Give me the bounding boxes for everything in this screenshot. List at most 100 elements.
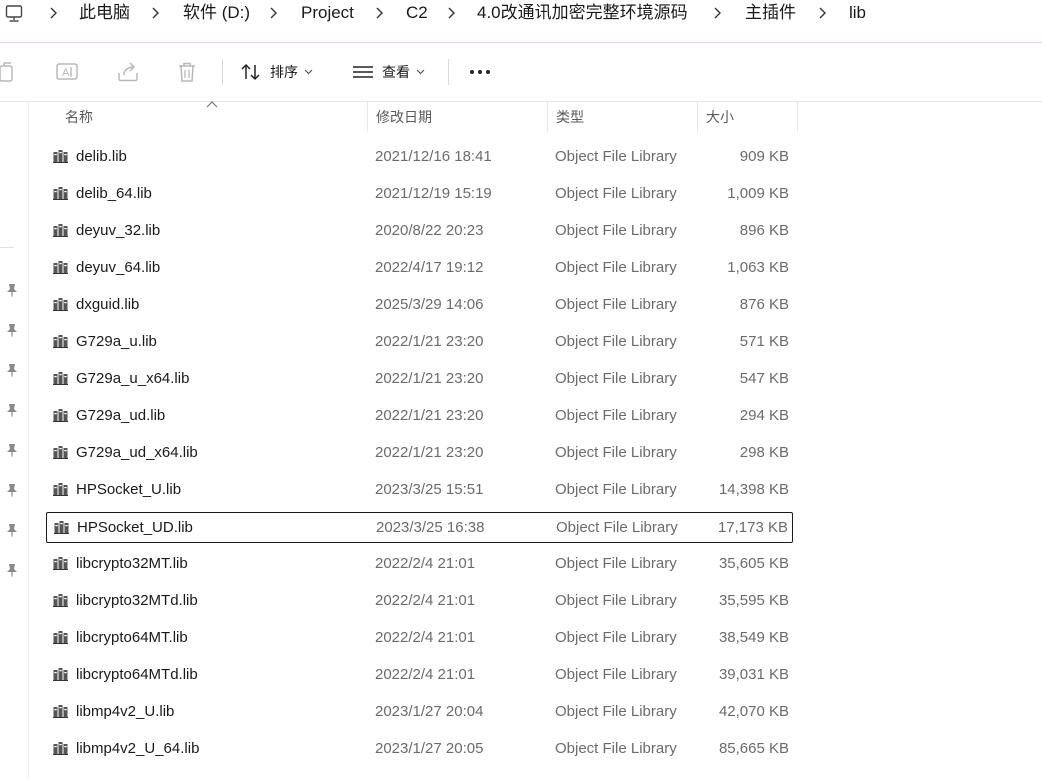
file-type: Object File Library — [555, 666, 677, 683]
file-type: Object File Library — [555, 296, 677, 313]
delete-icon[interactable] — [174, 59, 200, 85]
file-name: delib.lib — [76, 148, 127, 165]
file-type: Object File Library — [555, 444, 677, 461]
file-size: 1,009 KB — [727, 185, 789, 202]
breadcrumb-item-drive[interactable]: 软件 (D:) — [183, 2, 250, 24]
file-row[interactable]: dxguid.lib 2025/3/29 14:06 Object File L… — [46, 290, 793, 321]
more-icon[interactable] — [466, 59, 494, 85]
breadcrumb-item-source[interactable]: 4.0改通讯加密完整环境源码 — [477, 2, 688, 24]
pin-icon[interactable] — [5, 523, 19, 537]
file-size: 35,595 KB — [718, 592, 789, 609]
rename-icon[interactable]: A — [54, 59, 80, 85]
column-header-date[interactable]: 修改日期 — [368, 102, 548, 132]
column-header-size[interactable]: 大小 — [698, 102, 798, 132]
file-type: Object File Library — [555, 592, 677, 609]
breadcrumb-item-main-plugin[interactable]: 主插件 — [745, 2, 796, 24]
file-row[interactable]: G729a_ud.lib 2022/1/21 23:20 Object File… — [46, 401, 793, 432]
file-row[interactable]: G729a_ud_x64.lib 2022/1/21 23:20 Object … — [46, 438, 793, 469]
sort-icon — [241, 63, 260, 81]
file-type: Object File Library — [555, 185, 677, 202]
file-type: Object File Library — [555, 703, 677, 720]
pin-icon[interactable] — [5, 403, 19, 417]
file-row[interactable]: libcrypto32MT.lib 2022/2/4 21:01 Object … — [46, 549, 793, 580]
file-name: G729a_u_x64.lib — [76, 370, 190, 387]
file-name: dxguid.lib — [76, 296, 140, 313]
file-row[interactable]: delib.lib 2021/12/16 18:41 Object File L… — [46, 142, 793, 173]
breadcrumb-item-lib[interactable]: lib — [849, 2, 866, 24]
pin-icon[interactable] — [5, 443, 19, 457]
chevron-right-icon — [50, 7, 57, 19]
file-row[interactable]: libcrypto64MT.lib 2022/2/4 21:01 Object … — [46, 623, 793, 654]
pin-icon[interactable] — [5, 563, 19, 577]
file-row[interactable]: deyuv_32.lib 2020/8/22 20:23 Object File… — [46, 216, 793, 247]
file-explorer-window: 此电脑 软件 (D:) Project C2 4.0改通讯加密完整环境源码 主插… — [0, 0, 1042, 779]
file-row[interactable]: HPSocket_UD.lib 2023/3/25 16:38 Object F… — [46, 512, 793, 543]
library-file-icon — [53, 372, 68, 385]
file-modified-date: 2020/8/22 20:23 — [375, 222, 484, 239]
nav-divider — [0, 247, 14, 248]
file-size: 39,031 KB — [718, 666, 789, 683]
file-row[interactable]: delib_64.lib 2021/12/19 15:19 Object Fil… — [46, 179, 793, 210]
file-type: Object File Library — [555, 481, 677, 498]
file-modified-date: 2022/2/4 21:01 — [375, 666, 476, 683]
file-row[interactable]: libcrypto64MTd.lib 2022/2/4 21:01 Object… — [46, 660, 793, 691]
view-icon — [353, 66, 373, 78]
share-icon[interactable] — [115, 59, 141, 85]
library-file-icon — [53, 594, 68, 607]
file-row[interactable]: HPSocket_U.lib 2023/3/25 15:51 Object Fi… — [46, 475, 793, 506]
file-size: 1,063 KB — [727, 259, 789, 276]
file-row[interactable]: libmp4v2_U_64.lib 2023/1/27 20:05 Object… — [46, 734, 793, 765]
pin-icon[interactable] — [5, 483, 19, 497]
file-row[interactable]: deyuv_64.lib 2022/4/17 19:12 Object File… — [46, 253, 793, 284]
file-row[interactable]: G729a_u.lib 2022/1/21 23:20 Object File … — [46, 327, 793, 358]
library-file-icon — [53, 446, 68, 459]
column-header-type[interactable]: 类型 — [548, 102, 698, 132]
file-row[interactable]: libmp4v2_U.lib 2023/1/27 20:04 Object Fi… — [46, 697, 793, 728]
file-modified-date: 2022/1/21 23:20 — [375, 370, 484, 387]
file-size: 909 KB — [739, 148, 789, 165]
file-modified-date: 2021/12/19 15:19 — [375, 185, 492, 202]
file-name: libcrypto32MT.lib — [76, 555, 188, 572]
breadcrumb-item-this-pc[interactable]: 此电脑 — [79, 2, 130, 24]
file-row[interactable]: G729a_u_x64.lib 2022/1/21 23:20 Object F… — [46, 364, 793, 395]
file-modified-date: 2022/2/4 21:01 — [375, 592, 476, 609]
file-name: libcrypto64MT.lib — [76, 629, 188, 646]
file-modified-date: 2023/3/25 16:38 — [376, 519, 485, 536]
library-file-icon — [53, 335, 68, 348]
chevron-right-icon — [448, 7, 455, 19]
pin-icon[interactable] — [5, 283, 19, 297]
breadcrumb-item-c2[interactable]: C2 — [406, 2, 428, 24]
file-type: Object File Library — [555, 629, 677, 646]
toolbar-divider — [222, 59, 223, 85]
file-row[interactable]: libcrypto32MTd.lib 2022/2/4 21:01 Object… — [46, 586, 793, 617]
chevron-right-icon — [819, 7, 826, 19]
computer-icon[interactable] — [4, 4, 24, 24]
file-name: delib_64.lib — [76, 185, 152, 202]
chevron-right-icon — [714, 7, 721, 19]
view-button[interactable]: 查看 — [352, 57, 425, 87]
column-header-name[interactable]: 名称 — [57, 102, 368, 132]
library-file-icon — [53, 557, 68, 570]
pin-icon[interactable] — [5, 323, 19, 337]
pin-icon[interactable] — [5, 363, 19, 377]
sort-button[interactable]: 排序 — [240, 57, 313, 87]
file-name: deyuv_64.lib — [76, 259, 161, 276]
file-type: Object File Library — [555, 259, 677, 276]
file-type: Object File Library — [555, 148, 677, 165]
file-modified-date: 2023/1/27 20:04 — [375, 703, 484, 720]
library-file-icon — [53, 742, 68, 755]
navigation-pane — [0, 102, 28, 779]
file-size: 547 KB — [739, 370, 789, 387]
file-modified-date: 2022/1/21 23:20 — [375, 333, 484, 350]
address-bar[interactable]: 此电脑 软件 (D:) Project C2 4.0改通讯加密完整环境源码 主插… — [0, 0, 1042, 43]
library-file-icon — [53, 224, 68, 237]
file-type: Object File Library — [555, 333, 677, 350]
library-file-icon — [53, 705, 68, 718]
file-type: Object File Library — [555, 555, 677, 572]
file-name: libmp4v2_U.lib — [76, 703, 175, 720]
copy-icon[interactable] — [0, 59, 18, 85]
file-name: G729a_ud.lib — [76, 407, 166, 424]
file-name: libcrypto64MTd.lib — [76, 666, 198, 683]
file-size: 42,070 KB — [718, 703, 789, 720]
breadcrumb-item-project[interactable]: Project — [301, 2, 354, 24]
